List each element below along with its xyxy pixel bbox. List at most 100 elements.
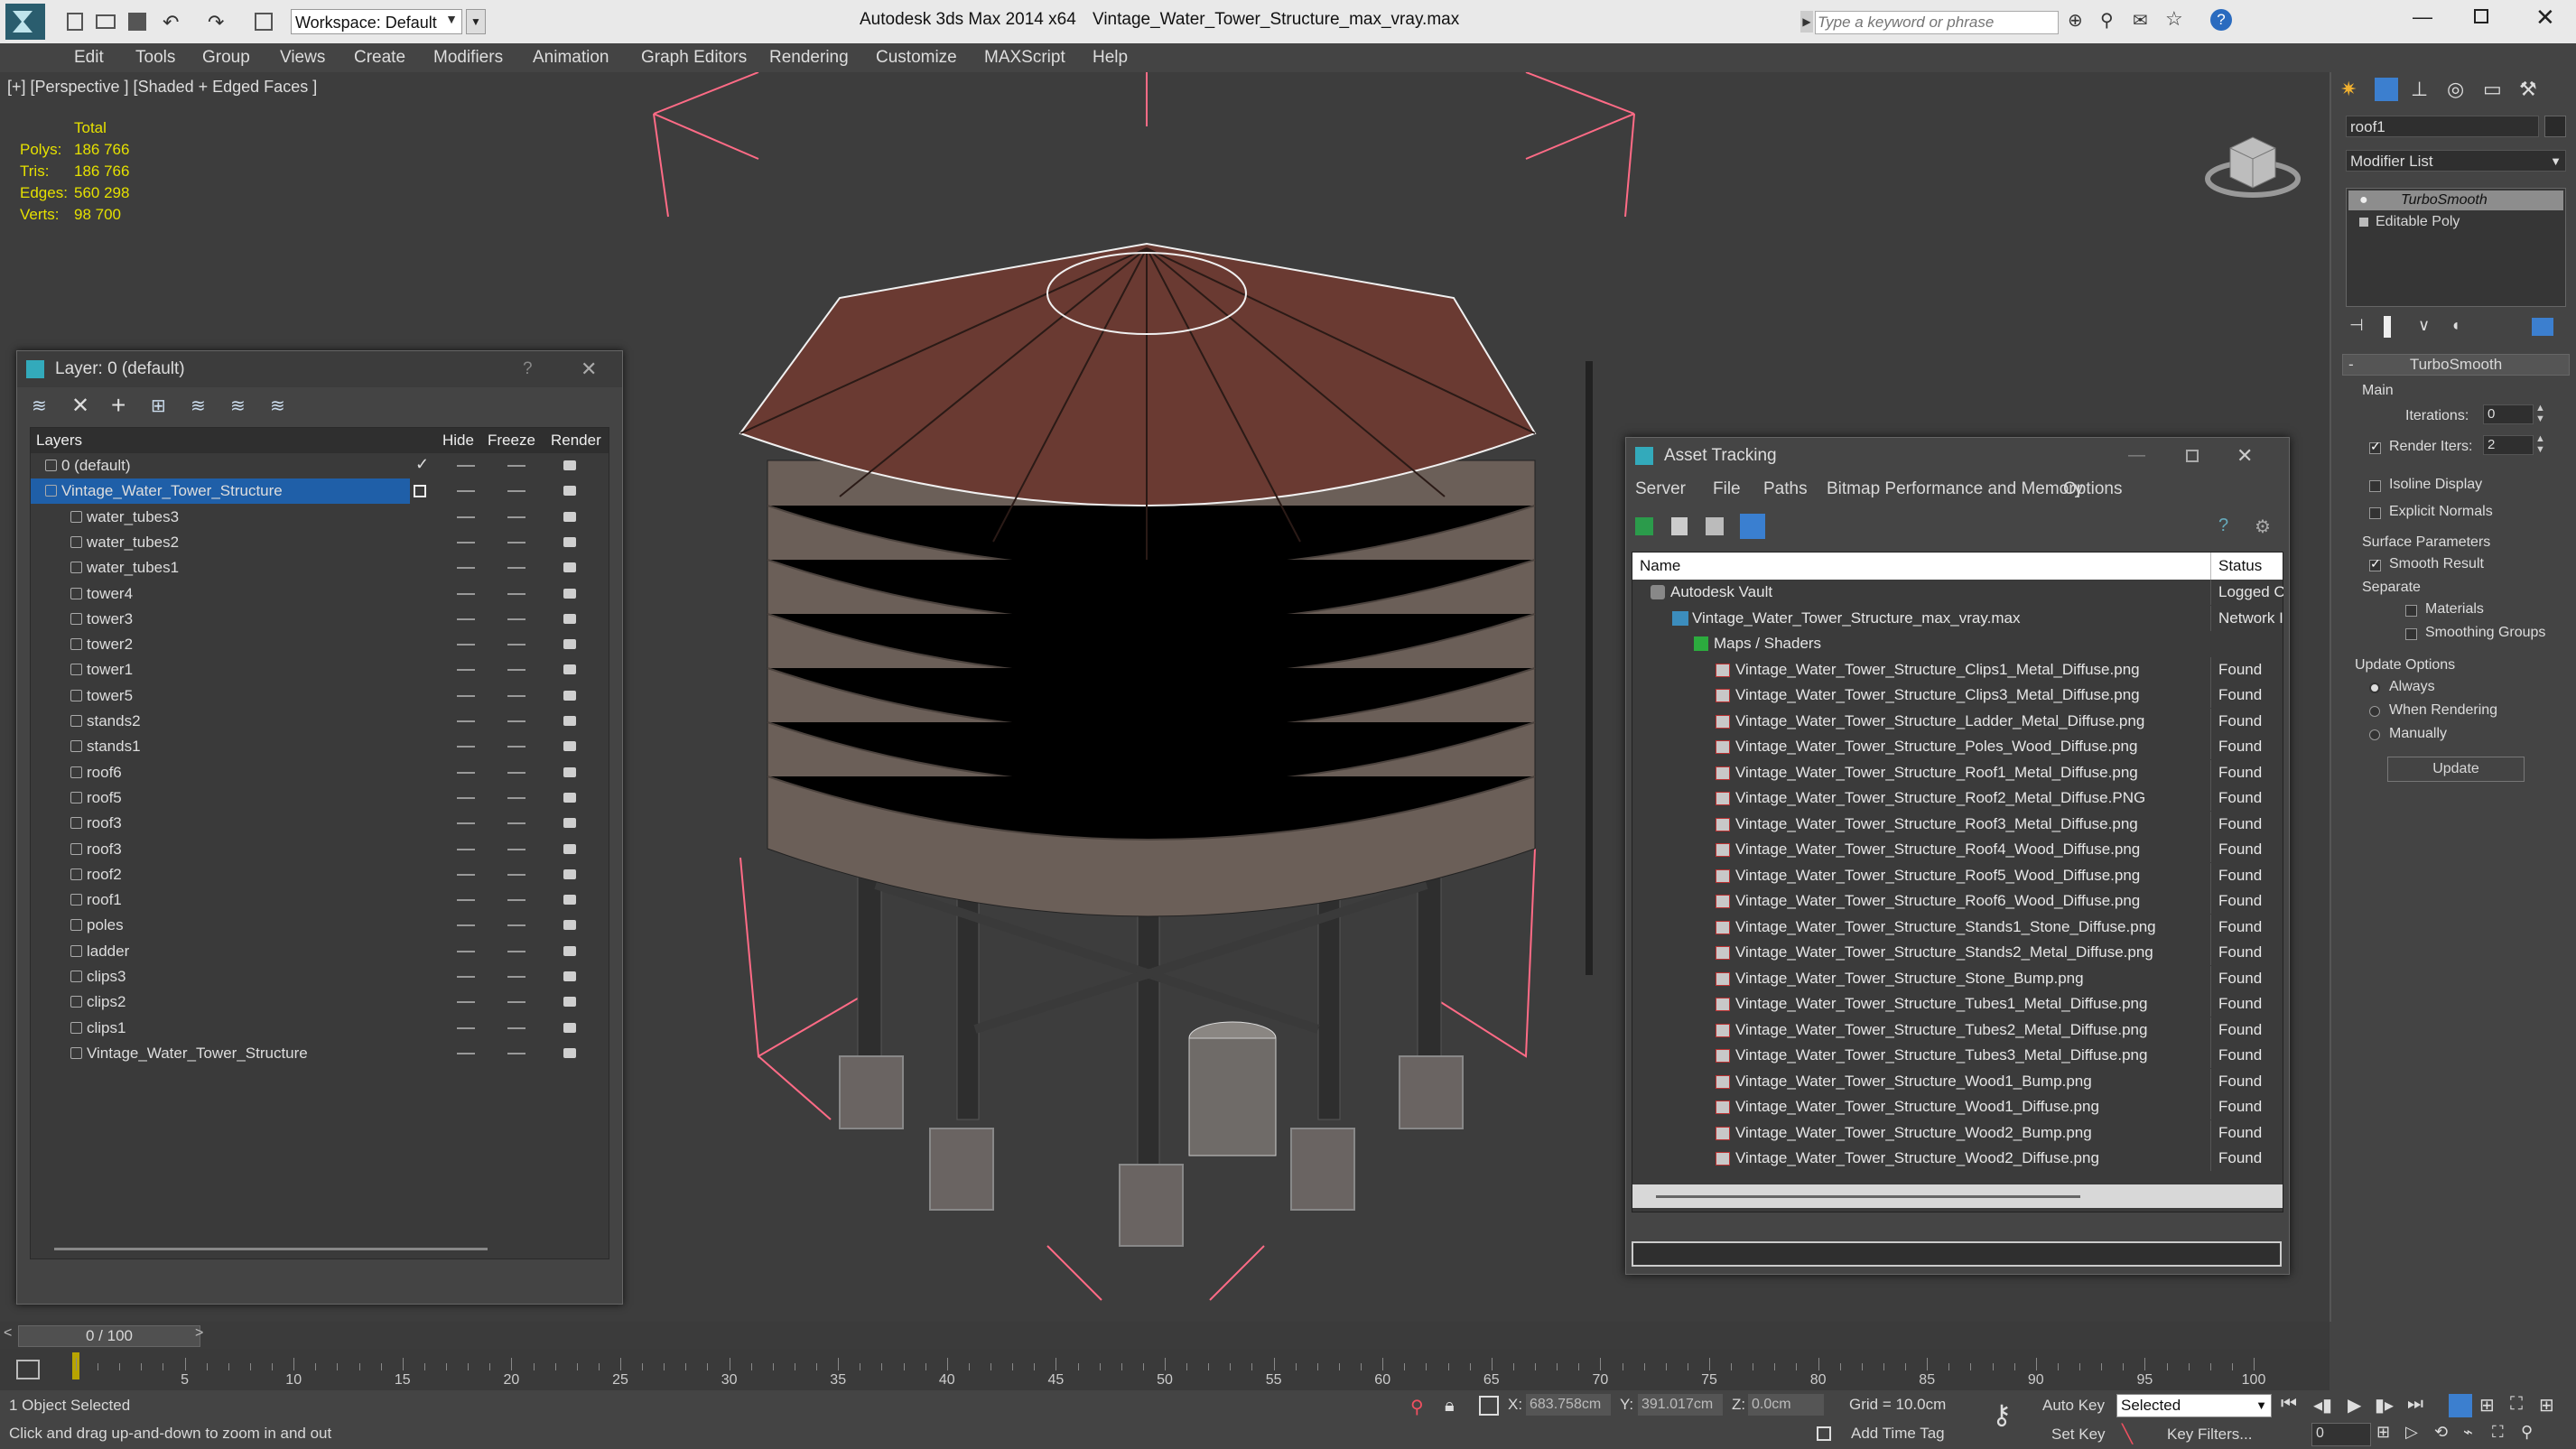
hide-toggle[interactable] (457, 771, 475, 774)
render-teapot-icon[interactable] (563, 945, 576, 956)
menu-rendering[interactable]: Rendering (769, 43, 849, 72)
asset-row[interactable]: Vintage_Water_Tower_Structure_Wood1_Bump… (1632, 1068, 2283, 1094)
save-file-icon[interactable] (128, 13, 146, 31)
freeze-toggle[interactable] (507, 899, 525, 902)
layer-horizontal-scrollbar[interactable] (54, 1248, 488, 1250)
asset-header-name[interactable]: Name (1640, 557, 1680, 575)
asset-settings-icon[interactable]: ⚙ (2255, 516, 2271, 538)
turbosmooth-rollout-header[interactable]: - TurboSmooth (2342, 354, 2570, 376)
isoline-display-checkbox[interactable] (2369, 480, 2381, 492)
open-file-icon[interactable] (96, 14, 116, 29)
header-render[interactable]: Render (551, 428, 601, 453)
menu-group[interactable]: Group (202, 43, 250, 72)
add-time-tag[interactable]: Add Time Tag (1851, 1425, 1945, 1443)
new-file-icon[interactable] (67, 13, 83, 31)
freeze-toggle[interactable] (507, 669, 525, 672)
materials-checkbox[interactable] (2405, 605, 2417, 617)
utilities-tab-icon[interactable]: ⚒ (2519, 78, 2537, 101)
layer-dialog-help-icon[interactable]: ? (523, 351, 533, 387)
render-teapot-icon[interactable] (563, 792, 576, 803)
lightbulb-icon[interactable]: ● (2359, 190, 2368, 210)
asset-row[interactable]: Vintage_Water_Tower_Structure_Tubes1_Met… (1632, 991, 2283, 1017)
menu-animation[interactable]: Animation (533, 43, 609, 72)
zoom-viewport-icon[interactable] (2449, 1394, 2472, 1417)
render-teapot-icon[interactable] (563, 690, 576, 701)
set-keys-key-icon[interactable]: ⚷ (1992, 1399, 2012, 1431)
freeze-toggle[interactable] (507, 1052, 525, 1054)
layer-row[interactable]: water_tubes3 (31, 505, 609, 530)
hide-toggle[interactable] (457, 873, 475, 876)
asset-row[interactable]: Vintage_Water_Tower_Structure_Roof5_Wood… (1632, 862, 2283, 888)
layer-row[interactable]: roof1 (31, 887, 609, 913)
workspace-menu-button[interactable]: ▼ (466, 9, 486, 34)
freeze-toggle[interactable] (507, 848, 525, 850)
asset-row[interactable]: Maps / Shaders (1632, 631, 2283, 656)
freeze-toggle[interactable] (507, 644, 525, 646)
layer-row[interactable]: roof5 (31, 785, 609, 811)
hide-toggle[interactable] (457, 592, 475, 595)
asset-row[interactable]: Vintage_Water_Tower_Structure_Tubes3_Met… (1632, 1043, 2283, 1068)
always-radio[interactable] (2369, 683, 2380, 693)
iterations-spinner-arrows[interactable]: ▲ ▼ (2535, 403, 2545, 424)
render-teapot-icon[interactable] (563, 920, 576, 931)
freeze-toggle[interactable] (507, 976, 525, 978)
modifier-list-dropdown[interactable]: Modifier List ▼ (2346, 150, 2566, 172)
asset-menu-paths[interactable]: Paths (1763, 479, 1808, 499)
orbit-icon[interactable]: ⟲ (2434, 1423, 2448, 1442)
asset-row[interactable]: Vintage_Water_Tower_Structure_Roof3_Meta… (1632, 811, 2283, 837)
render-teapot-icon[interactable] (563, 971, 576, 981)
layer-row[interactable]: Vintage_Water_Tower_Structure (31, 1041, 609, 1066)
add-to-layer-icon[interactable]: + (111, 391, 126, 420)
water-tower-model[interactable] (632, 72, 1716, 1322)
minimize-window-icon[interactable]: — (2413, 5, 2432, 29)
update-button[interactable]: Update (2387, 757, 2525, 782)
x-coordinate-field[interactable]: 683.758cm (1526, 1394, 1611, 1416)
create-tab-icon[interactable]: ✷ (2340, 78, 2357, 101)
asset-row[interactable]: Autodesk Vault Logged O (1632, 580, 2283, 605)
layer-explorer-dialog[interactable]: Layer: 0 (default) ? ✕ ≋ ✕ + ⊞ ≋ ≋ ≋ Lay… (16, 350, 623, 1305)
hide-toggle[interactable] (457, 516, 475, 518)
next-frame-icon[interactable]: ▮▸ (2375, 1394, 2394, 1416)
render-iters-checkbox[interactable]: ✓ (2369, 439, 2381, 454)
render-teapot-icon[interactable] (563, 536, 576, 547)
freeze-toggle[interactable] (507, 694, 525, 697)
asset-menu-file[interactable]: File (1713, 479, 1741, 499)
layer-row[interactable]: tower3 (31, 607, 609, 632)
thumbnail-view-icon[interactable] (1706, 517, 1724, 535)
layer-row[interactable]: tower4 (31, 581, 609, 607)
layer-dialog-titlebar[interactable]: Layer: 0 (default) ? ✕ (17, 351, 622, 387)
time-config-icon[interactable]: ⊞ (2376, 1423, 2390, 1442)
render-teapot-icon[interactable] (563, 843, 576, 854)
hide-toggle[interactable] (457, 720, 475, 722)
menu-graph-editors[interactable]: Graph Editors (641, 43, 747, 72)
display-tab-icon[interactable]: ▭ (2483, 78, 2502, 101)
search-arrow-button[interactable]: ▶ (1800, 11, 1813, 33)
hierarchy-tab-icon[interactable]: ⊥ (2411, 78, 2428, 101)
asset-scrollbar-thumb[interactable] (1656, 1195, 2080, 1198)
asset-maximize-icon[interactable] (2186, 450, 2199, 462)
time-slider[interactable]: < 0 / 100 > (0, 1322, 2330, 1349)
freeze-toggle[interactable] (507, 618, 525, 620)
table-view-icon[interactable] (1740, 514, 1765, 539)
menu-edit[interactable]: Edit (74, 43, 104, 72)
freeze-toggle[interactable] (507, 924, 525, 927)
render-teapot-icon[interactable] (563, 664, 576, 675)
render-teapot-icon[interactable] (563, 460, 576, 470)
layer-row[interactable]: roof3 (31, 811, 609, 836)
freeze-toggle[interactable] (507, 516, 525, 518)
asset-row[interactable]: Vintage_Water_Tower_Structure_Roof4_Wood… (1632, 837, 2283, 862)
app-logo-icon[interactable] (5, 4, 45, 40)
asset-row[interactable]: Vintage_Water_Tower_Structure_Roof2_Meta… (1632, 785, 2283, 811)
pan-view-icon[interactable]: ▷ (2405, 1423, 2418, 1442)
set-key-icon[interactable]: ╲ (2122, 1423, 2133, 1445)
asset-row[interactable]: Vintage_Water_Tower_Structure_Stone_Bump… (1632, 965, 2283, 991)
render-teapot-icon[interactable] (563, 562, 576, 573)
layer-row[interactable]: tower5 (31, 683, 609, 709)
freeze-toggle[interactable] (507, 873, 525, 876)
render-teapot-icon[interactable] (563, 895, 576, 906)
asset-row[interactable]: Vintage_Water_Tower_Structure_Tubes2_Met… (1632, 1017, 2283, 1043)
asset-row[interactable]: Vintage_Water_Tower_Structure_Roof1_Meta… (1632, 759, 2283, 785)
render-teapot-icon[interactable] (563, 1047, 576, 1058)
asset-close-icon[interactable]: ✕ (2237, 438, 2253, 474)
zoom-extents-icon[interactable]: ⛶ (2510, 1394, 2523, 1415)
